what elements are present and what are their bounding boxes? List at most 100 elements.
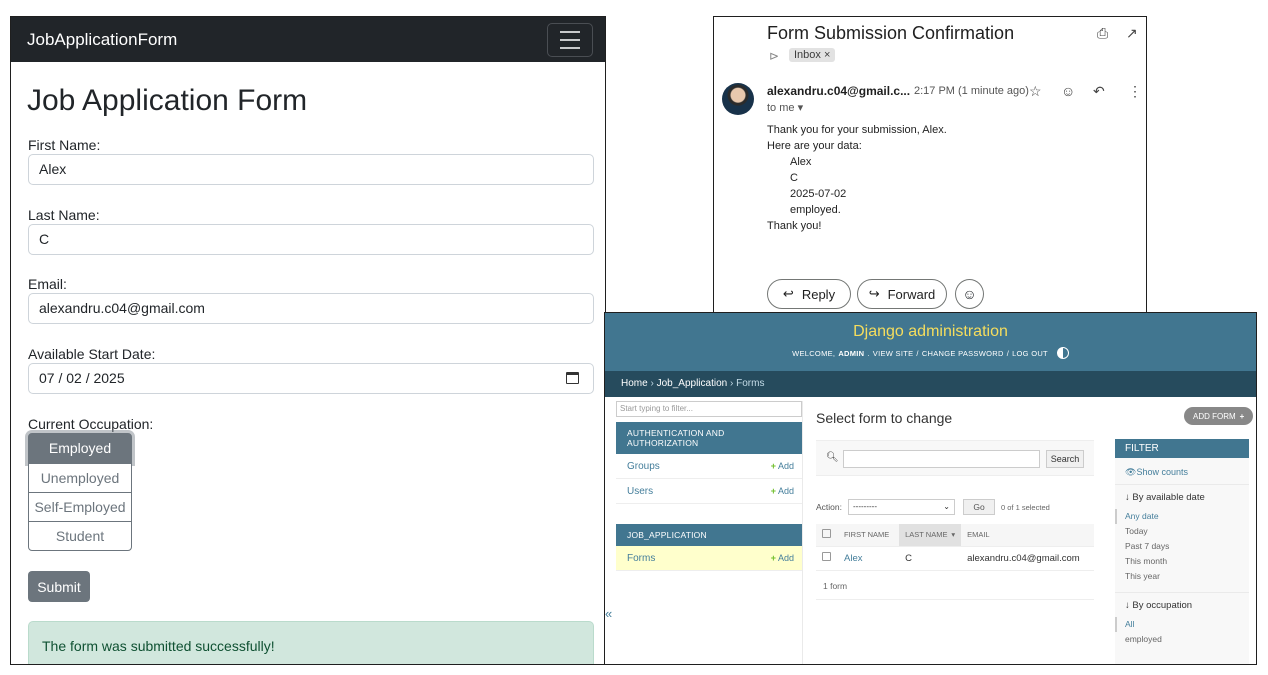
email-window: Form Submission Confirmation ⎙ ↗ ⊳ Inbox…	[713, 16, 1147, 314]
first-name-field[interactable]: Alex	[28, 154, 594, 185]
sidebar-item-users[interactable]: Users + Add	[616, 479, 802, 504]
open-new-window-icon[interactable]: ↗	[1126, 25, 1138, 42]
email-label: Email:	[28, 276, 67, 292]
forward-button[interactable]: ↪ Forward	[857, 279, 947, 309]
table-row: Alex C alexandru.c04@gmail.com	[816, 546, 1094, 571]
filter-option-this-year[interactable]: This year	[1115, 569, 1249, 584]
breadcrumb-home[interactable]: Home	[621, 378, 648, 389]
welcome-text: WELCOME,	[792, 348, 836, 358]
action-selected-value: ---------	[853, 502, 877, 511]
change-password-link[interactable]: CHANGE PASSWORD	[922, 349, 1004, 358]
recipient-dropdown[interactable]: to me ▾	[767, 101, 803, 114]
calendar-icon[interactable]	[566, 372, 579, 384]
forms-link[interactable]: Forms	[627, 553, 655, 564]
filter-option-any-date[interactable]: Any date	[1115, 509, 1249, 524]
nav-filter-input[interactable]: Start typing to filter...	[616, 401, 802, 417]
start-date-field[interactable]: 07 / 02 / 2025	[28, 363, 594, 394]
email-field[interactable]: alexandru.c04@gmail.com	[28, 293, 594, 324]
collapse-sidebar-button[interactable]: «	[605, 606, 612, 621]
submit-button[interactable]: Submit	[28, 571, 90, 602]
filter-option-all[interactable]: All	[1115, 617, 1249, 632]
last-name-label: Last Name:	[28, 207, 100, 223]
forward-label: Forward	[887, 286, 936, 302]
breadcrumb-separator: ›	[729, 378, 734, 389]
filter-option-employed[interactable]: employed	[1115, 632, 1249, 647]
body-data-line: 2025-07-02	[790, 188, 847, 200]
column-email[interactable]: EMAIL	[961, 524, 1094, 547]
occupation-unemployed-button[interactable]: Unemployed	[28, 463, 132, 493]
sender-name[interactable]: alexandru.c04@gmail.c...	[767, 84, 910, 98]
site-title[interactable]: Django administration	[605, 313, 1256, 341]
filter-heading-date: ↓ By available date	[1115, 484, 1249, 509]
hamburger-menu-icon[interactable]	[547, 22, 593, 57]
add-user-link[interactable]: + Add	[771, 486, 794, 496]
first-name-label: First Name:	[28, 137, 101, 153]
email-subject: Form Submission Confirmation	[767, 23, 1015, 43]
page-title: Job Application Form	[27, 84, 308, 117]
reply-icon[interactable]: ↶	[1093, 83, 1105, 100]
separator: /	[1006, 348, 1010, 358]
go-button[interactable]: Go	[963, 499, 995, 515]
row-email: alexandru.c04@gmail.com	[961, 546, 1094, 571]
last-name-field[interactable]: C	[28, 224, 594, 255]
navbar: JobApplicationForm	[11, 17, 605, 62]
reply-button[interactable]: ↩ Reply	[767, 279, 851, 309]
add-group-link[interactable]: + Add	[771, 461, 794, 471]
body-data-line: Alex	[790, 156, 812, 168]
filter-option-past-7-days[interactable]: Past 7 days	[1115, 539, 1249, 554]
body-line: Thank you!	[767, 220, 822, 232]
add-label: Add	[777, 553, 794, 563]
auth-section-caption[interactable]: AUTHENTICATION AND AUTHORIZATION	[616, 422, 802, 454]
column-first-name[interactable]: FIRST NAME	[838, 524, 900, 547]
action-select[interactable]: --------- ⌄	[848, 499, 955, 515]
occupation-label: Current Occupation:	[28, 416, 154, 432]
job-application-section-caption[interactable]: JOB_APPLICATION	[616, 524, 802, 546]
emoji-reaction-button[interactable]: ☺	[955, 279, 984, 309]
add-form-button[interactable]: ADD FORM +	[1184, 407, 1254, 425]
print-icon[interactable]: ⎙	[1097, 25, 1108, 42]
add-form-link[interactable]: + Add	[771, 553, 794, 563]
occupation-student-button[interactable]: Student	[28, 521, 132, 551]
occupation-employed-button[interactable]: Employed	[28, 433, 132, 463]
avatar[interactable]	[722, 83, 754, 115]
plus-icon: +	[770, 486, 776, 496]
success-alert: The form was submitted successfully!	[28, 621, 594, 664]
search-button[interactable]: Search	[1046, 450, 1084, 468]
row-checkbox[interactable]	[822, 552, 831, 561]
breadcrumb-app[interactable]: Job_Application	[657, 378, 728, 389]
filter-option-this-month[interactable]: This month	[1115, 554, 1249, 569]
view-site-link[interactable]: VIEW SITE	[873, 349, 914, 358]
page-title: Select form to change	[816, 410, 953, 426]
users-link[interactable]: Users	[627, 486, 653, 497]
show-counts-link[interactable]: 👁︎Show counts	[1115, 458, 1249, 484]
admin-sidebar: Start typing to filter... AUTHENTICATION…	[616, 401, 803, 664]
sidebar-item-groups[interactable]: Groups + Add	[616, 454, 802, 479]
star-icon[interactable]: ☆	[1029, 83, 1042, 100]
body-data-line: C	[790, 172, 798, 184]
filter-option-today[interactable]: Today	[1115, 524, 1249, 539]
navbar-brand[interactable]: JobApplicationForm	[27, 30, 177, 50]
logout-link[interactable]: LOG OUT	[1012, 349, 1048, 358]
divider	[816, 599, 1094, 600]
actions-row: Action: --------- ⌄ Go 0 of 1 selected	[816, 499, 1050, 515]
groups-link[interactable]: Groups	[627, 461, 660, 472]
filter-heading-occupation: ↓ By occupation	[1115, 592, 1249, 617]
importance-marker-icon[interactable]: ⊳	[769, 49, 779, 63]
breadcrumb-current: Forms	[736, 378, 765, 389]
body-data-line: employed.	[790, 204, 841, 216]
start-date-label: Available Start Date:	[28, 346, 156, 362]
row-first-name-link[interactable]: Alex	[838, 546, 900, 571]
body-line: Thank you for your submission, Alex.	[767, 124, 947, 136]
occupation-self-employed-button[interactable]: Self-Employed	[28, 492, 132, 522]
more-options-icon[interactable]: ⋮	[1128, 83, 1142, 100]
chevron-down-icon: ⌄	[943, 502, 950, 511]
column-last-name[interactable]: LAST NAME ▾	[899, 524, 962, 547]
select-all-checkbox[interactable]	[822, 529, 831, 539]
emoji-react-icon[interactable]: ☺	[1061, 83, 1075, 99]
sidebar-item-forms[interactable]: Forms + Add	[616, 546, 802, 571]
theme-toggle-icon[interactable]	[1056, 347, 1069, 359]
sort-down-icon[interactable]: ▾	[951, 530, 955, 539]
sent-time: 2:17 PM (1 minute ago)	[914, 85, 1029, 97]
inbox-label-chip[interactable]: Inbox ×	[789, 48, 836, 62]
search-input[interactable]	[843, 450, 1040, 468]
